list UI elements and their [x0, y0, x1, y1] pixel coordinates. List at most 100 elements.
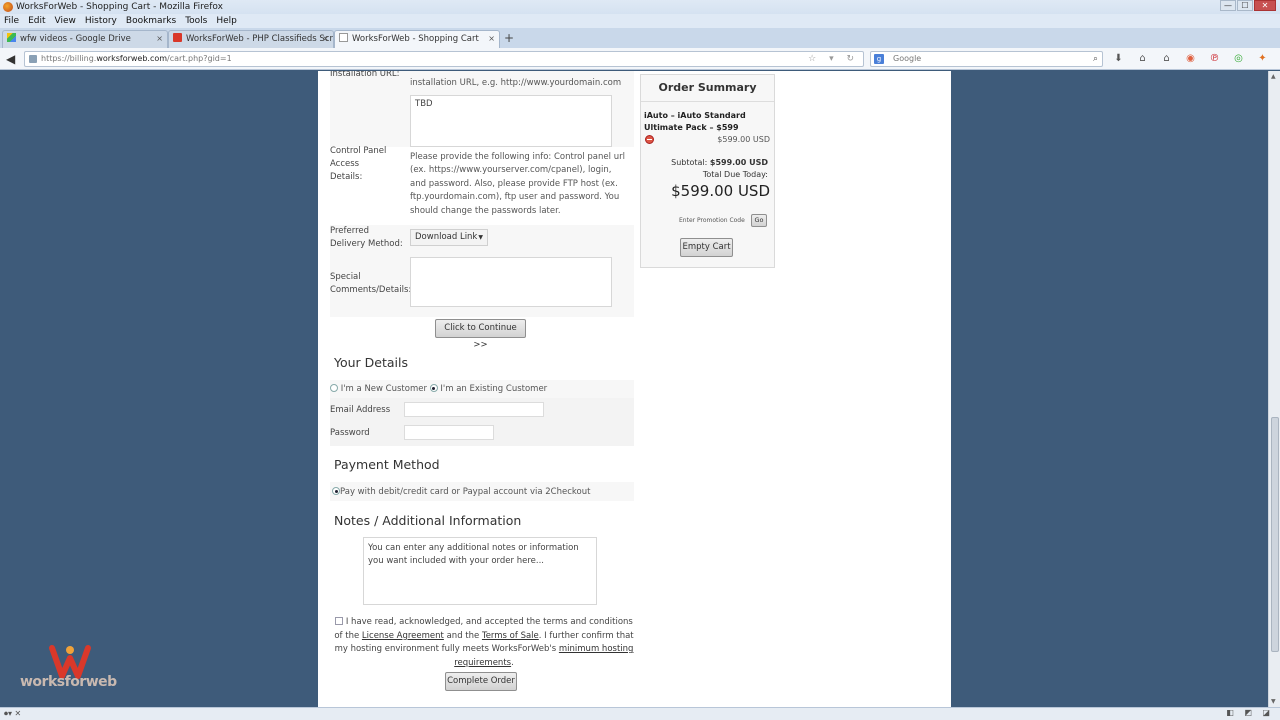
tab-shopping-cart[interactable]: WorksForWeb - Shopping Cart ×	[334, 30, 500, 48]
new-customer-label[interactable]: I'm a New Customer	[341, 384, 427, 394]
url-prefix: https://billing.	[41, 54, 97, 63]
status-bar: ⏺▾ ✕ ◧ ◩ ◪	[0, 707, 1280, 720]
pinterest-icon[interactable]: ℗	[1206, 51, 1223, 67]
tab-close-icon[interactable]: ×	[156, 31, 163, 47]
close-button[interactable]: ✕	[1254, 0, 1276, 11]
search-icon[interactable]: ⌕	[1093, 52, 1098, 66]
drive-icon	[7, 33, 16, 42]
status-left-icons[interactable]: ⏺▾ ✕	[4, 709, 21, 719]
continue-button[interactable]: Click to Continue >>	[435, 319, 526, 350]
installation-url-row: Installation URL: installation URL, e.g.…	[330, 71, 634, 147]
status-right-icons[interactable]: ◧ ◩ ◪	[1226, 708, 1274, 717]
url-tools-icons[interactable]: ☆ ▾ ↻	[808, 52, 859, 66]
terms-block: I have read, acknowledged, and accepted …	[334, 616, 634, 670]
search-bar[interactable]: g Google ⌕	[870, 51, 1103, 67]
new-customer-radio[interactable]	[330, 384, 338, 392]
terms-of-sale-link[interactable]: Terms of Sale	[482, 631, 539, 641]
promo-go-button[interactable]: Go	[751, 214, 767, 227]
tab-close-icon[interactable]: ×	[322, 31, 329, 47]
new-tab-button[interactable]: +	[500, 31, 518, 47]
back-arrow-icon[interactable]: ◀	[6, 52, 20, 66]
payment-option-label[interactable]: Pay with debit/credit card or Paypal acc…	[340, 487, 590, 497]
url-path: /cart.php?gid=1	[167, 54, 232, 63]
notes-title: Notes / Additional Information	[334, 513, 522, 528]
scroll-up-icon[interactable]: ▲	[1271, 73, 1276, 80]
sync-icon[interactable]: ◎	[1230, 51, 1247, 67]
existing-customer-label[interactable]: I'm an Existing Customer	[440, 384, 547, 394]
google-icon[interactable]: g	[874, 54, 884, 64]
your-details-title: Your Details	[334, 355, 408, 370]
delivery-method-row: Preferred Delivery Method: Download Link…	[330, 225, 634, 259]
download-icon[interactable]: ⬇	[1110, 51, 1127, 67]
window-controls: — ☐ ✕	[1220, 0, 1276, 11]
maximize-button[interactable]: ☐	[1237, 0, 1253, 11]
payment-option-row: Pay with debit/credit card or Paypal acc…	[330, 482, 634, 501]
delivery-method-label: Preferred Delivery Method:	[330, 226, 403, 249]
promo-code-label[interactable]: Enter Promotion Code	[679, 217, 745, 224]
terms-and: and the	[446, 630, 480, 641]
existing-customer-radio[interactable]	[429, 384, 438, 392]
menu-view[interactable]: View	[55, 14, 76, 28]
control-panel-label: Control Panel Access Details:	[330, 146, 387, 182]
chevron-down-icon: ▼	[478, 234, 483, 241]
order-summary-title: Order Summary	[658, 81, 757, 94]
installation-url-field[interactable]: TBD	[410, 95, 612, 147]
tab-classifieds[interactable]: WorksForWeb - PHP Classifieds Scrip... ×	[168, 30, 334, 48]
page-scrollbar[interactable]: ▲ ▼	[1268, 71, 1280, 707]
payment-radio[interactable]	[332, 487, 340, 495]
login-fields: Email Address Password	[330, 398, 634, 446]
delivery-method-select[interactable]: Download Link ▼	[410, 229, 488, 246]
control-panel-hint: Please provide the following info: Contr…	[410, 152, 625, 216]
page-content: Installation URL: installation URL, e.g.…	[318, 71, 951, 707]
tab-bar: wfw videos - Google Drive × WorksForWeb …	[0, 28, 1280, 48]
firefox-icon	[3, 2, 13, 12]
installation-url-label: Installation URL:	[330, 71, 400, 79]
password-label: Password	[330, 428, 370, 438]
menu-bookmarks[interactable]: Bookmarks	[126, 14, 176, 28]
control-panel-row: Control Panel Access Details: Please pro…	[330, 146, 634, 225]
minimize-button[interactable]: —	[1220, 0, 1236, 11]
total-due-label: Total Due Today:	[702, 170, 768, 179]
tab-label: WorksForWeb - PHP Classifieds Scrip...	[186, 34, 334, 44]
subtotal-value: $599.00 USD	[709, 158, 768, 167]
email-field[interactable]	[404, 402, 544, 417]
url-bar[interactable]: https://billing.worksforweb.com/cart.php…	[24, 51, 864, 67]
addon-icon[interactable]: ◉	[1182, 51, 1199, 67]
license-agreement-link[interactable]: License Agreement	[362, 631, 444, 641]
tab-label: WorksForWeb - Shopping Cart	[352, 34, 479, 44]
summary-product: iAuto – iAuto Standard Ultimate Pack – $…	[644, 111, 746, 132]
youtube-icon[interactable]: ⌂	[1134, 51, 1151, 67]
customer-type-row: I'm a New Customer I'm an Existing Custo…	[330, 380, 634, 398]
tab-close-icon[interactable]: ×	[488, 31, 495, 47]
window-title: WorksForWeb - Shopping Cart - Mozilla Fi…	[16, 2, 223, 12]
summary-line-price: $599.00 USD	[717, 135, 770, 144]
comments-field[interactable]	[410, 257, 612, 307]
empty-cart-button[interactable]: Empty Cart	[680, 238, 733, 257]
installation-url-hint: installation URL, e.g. http://www.yourdo…	[410, 78, 622, 88]
lock-icon	[29, 55, 37, 63]
firefox-menu-icon[interactable]: ✦	[1254, 51, 1271, 67]
menu-history[interactable]: History	[85, 14, 117, 28]
remove-item-icon[interactable]	[645, 135, 654, 144]
menu-help[interactable]: Help	[216, 14, 237, 28]
complete-order-button[interactable]: Complete Order	[445, 672, 517, 691]
payment-method-title: Payment Method	[334, 457, 440, 472]
logo-text: worksforweb	[20, 674, 117, 690]
terms-checkbox[interactable]	[335, 617, 344, 625]
menu-file[interactable]: File	[4, 14, 19, 28]
scroll-thumb[interactable]	[1271, 417, 1279, 652]
divider	[641, 101, 774, 102]
comments-label: Special Comments/Details:	[330, 272, 412, 295]
tab-google-drive[interactable]: wfw videos - Google Drive ×	[2, 30, 168, 48]
total-due-value: $599.00 USD	[671, 182, 770, 200]
home-icon[interactable]: ⌂	[1158, 51, 1175, 67]
menu-tools[interactable]: Tools	[185, 14, 207, 28]
notes-field[interactable]: You can enter any additional notes or in…	[363, 537, 597, 605]
password-field[interactable]	[404, 425, 494, 440]
menu-edit[interactable]: Edit	[28, 14, 45, 28]
menu-bar: File Edit View History Bookmarks Tools H…	[0, 14, 1280, 28]
order-summary: Order Summary iAuto – iAuto Standard Ult…	[640, 74, 775, 268]
scroll-down-icon[interactable]: ▼	[1271, 698, 1276, 705]
worksforweb-logo: worksforweb	[20, 640, 122, 695]
email-label: Email Address	[330, 405, 391, 415]
